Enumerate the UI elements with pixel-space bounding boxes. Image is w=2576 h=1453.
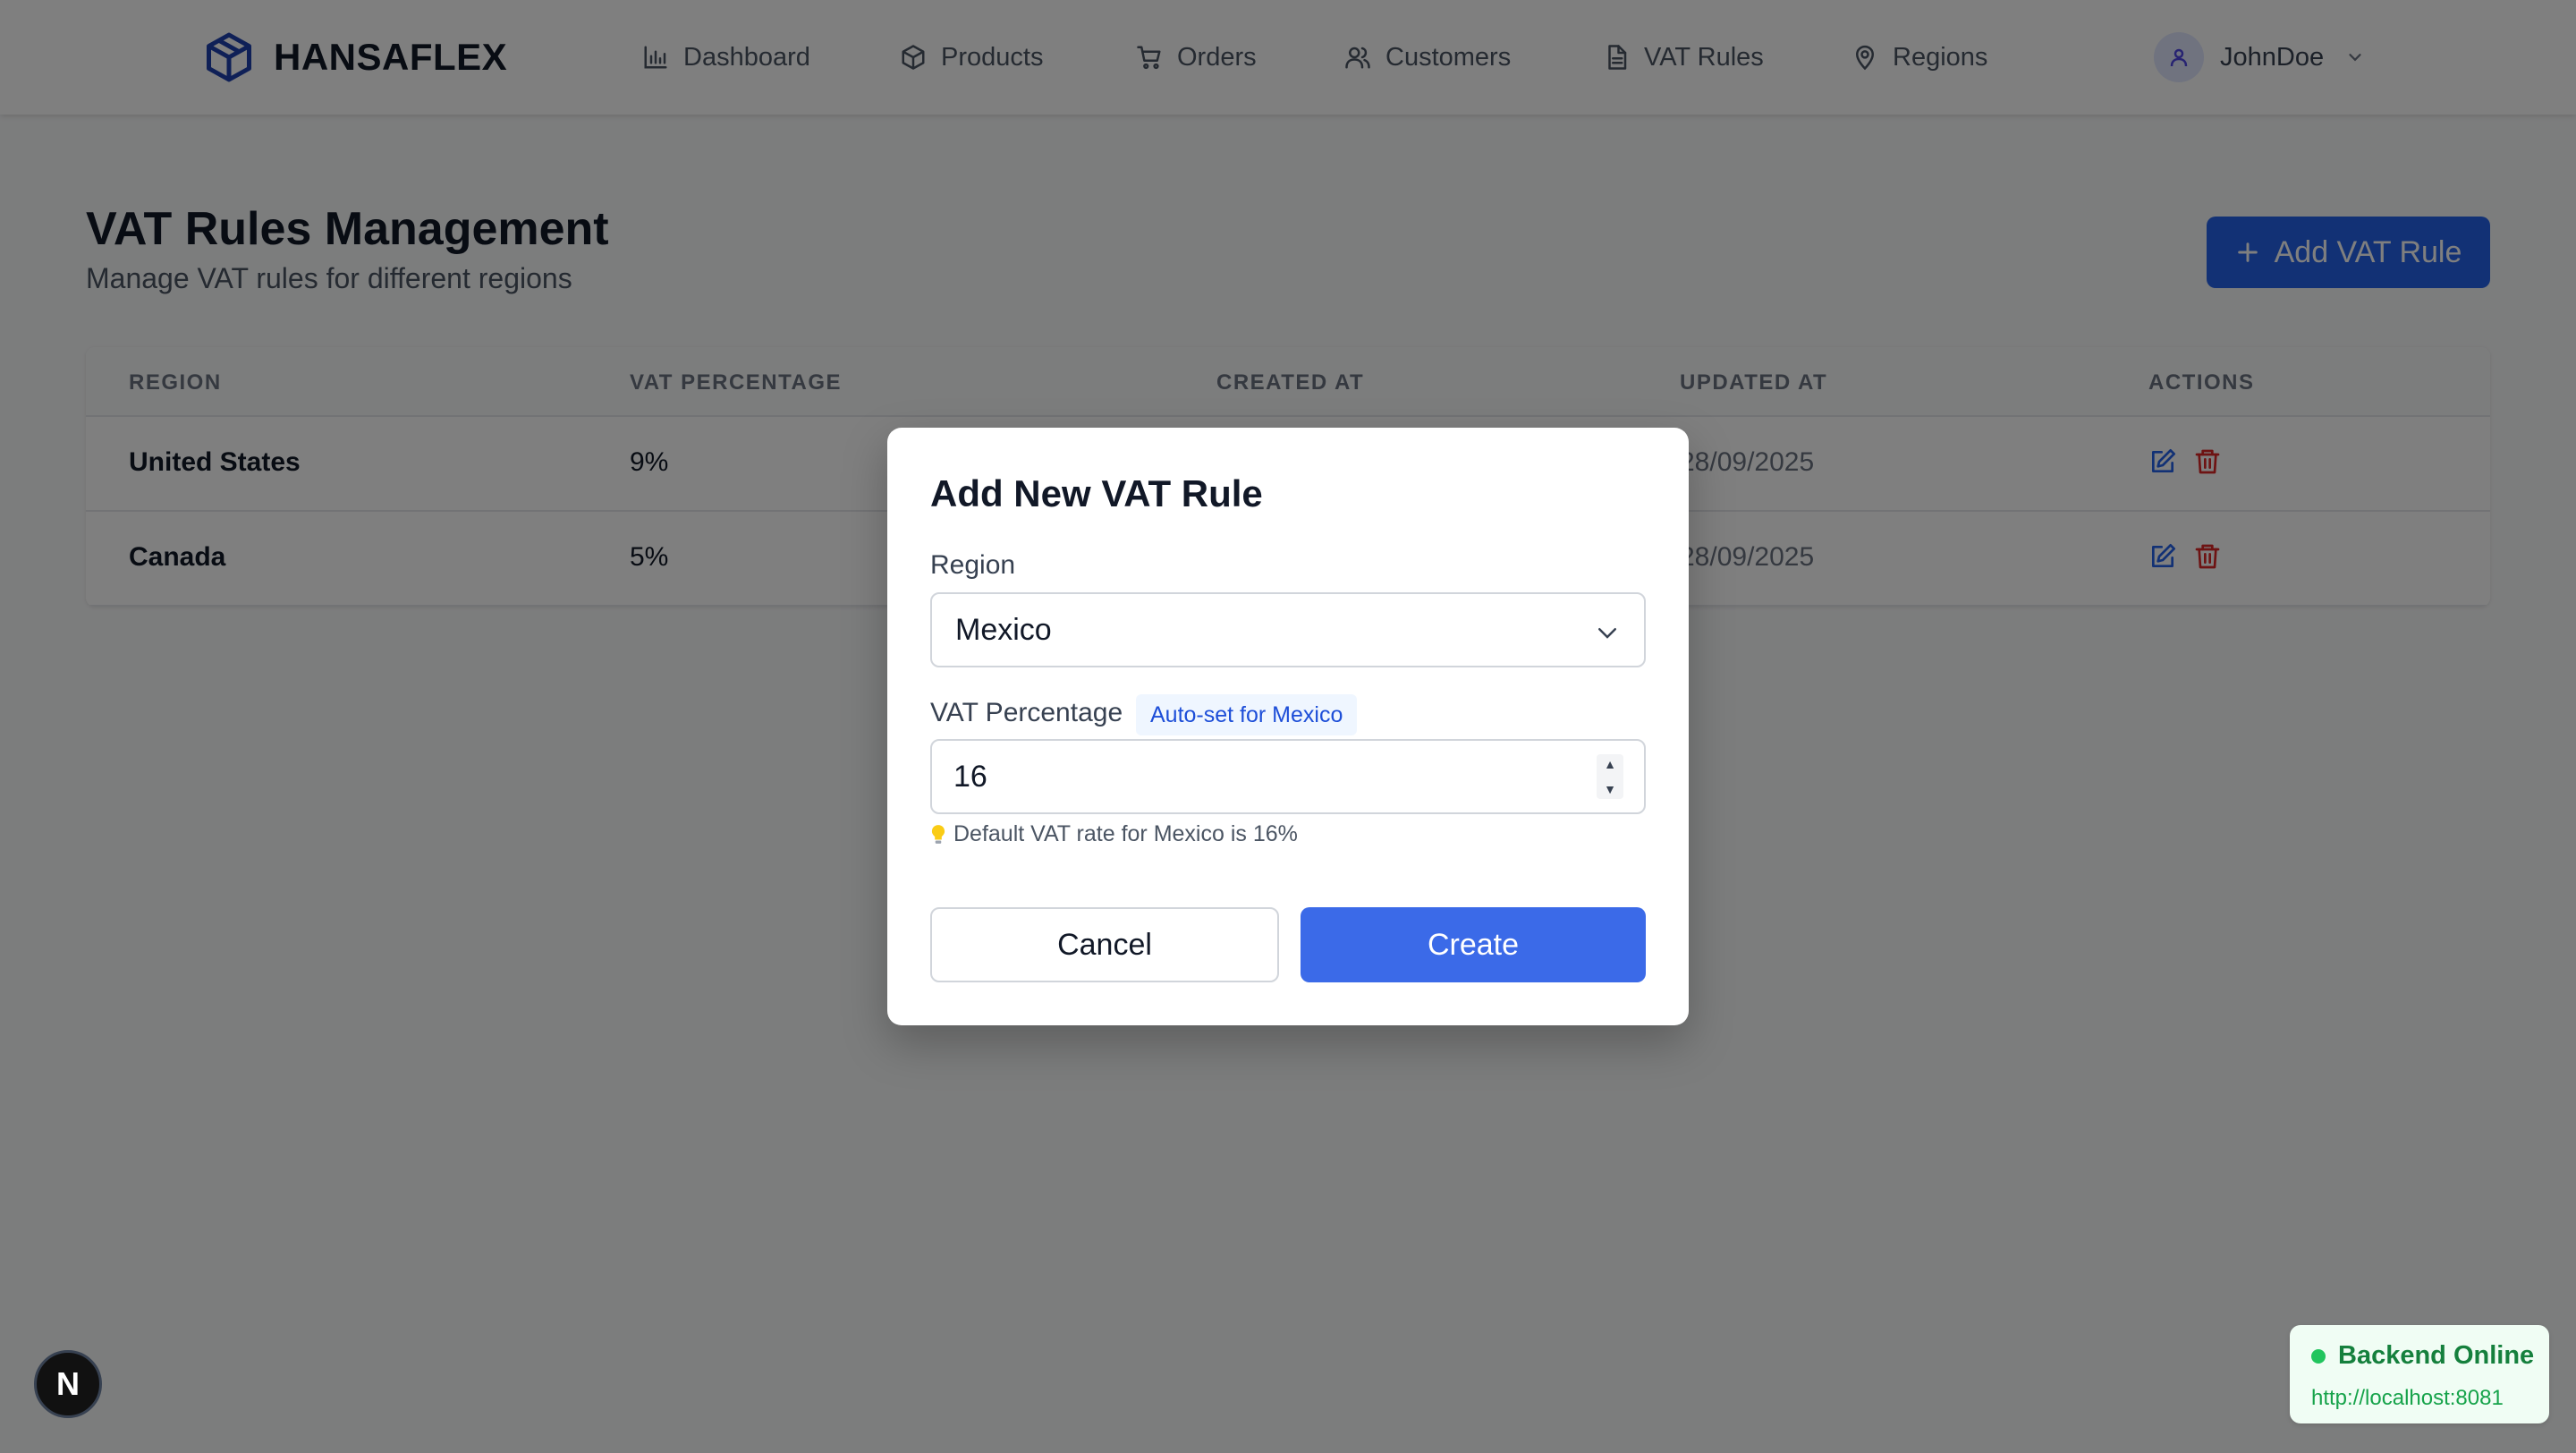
vat-hint-text: Default VAT rate for Mexico is 16%	[953, 821, 1298, 846]
lightbulb-icon	[931, 824, 945, 844]
vat-hint: Default VAT rate for Mexico is 16%	[930, 821, 1298, 847]
status-title: Backend Online	[2338, 1341, 2535, 1370]
status-row: Backend Online	[2311, 1341, 2534, 1371]
create-button[interactable]: Create	[1301, 907, 1646, 982]
dev-tools-badge[interactable]: N	[34, 1350, 102, 1418]
chevron-down-icon	[1598, 628, 1616, 639]
add-vat-rule-dialog: Add New VAT Rule Region Mexico VAT Perce…	[887, 428, 1689, 1025]
vat-percentage-label: VAT Percentage	[930, 698, 1123, 727]
region-select[interactable]: Mexico	[930, 592, 1646, 667]
auto-set-badge: Auto-set for Mexico	[1136, 694, 1358, 735]
stepper-up-icon[interactable]: ▲	[1604, 754, 1616, 774]
stepper-down-icon[interactable]: ▼	[1604, 779, 1616, 799]
region-selected-value: Mexico	[955, 612, 1052, 647]
dialog-title: Add New VAT Rule	[930, 472, 1263, 514]
status-url: http://localhost:8081	[2311, 1386, 2504, 1410]
number-stepper[interactable]: ▲ ▼	[1597, 754, 1623, 799]
status-dot-icon	[2311, 1348, 2326, 1364]
cancel-button[interactable]: Cancel	[930, 907, 1279, 982]
region-label: Region	[930, 550, 1016, 580]
vat-percentage-input[interactable]	[930, 739, 1646, 814]
backend-status-toast: Backend Online http://localhost:8081	[2290, 1325, 2549, 1423]
